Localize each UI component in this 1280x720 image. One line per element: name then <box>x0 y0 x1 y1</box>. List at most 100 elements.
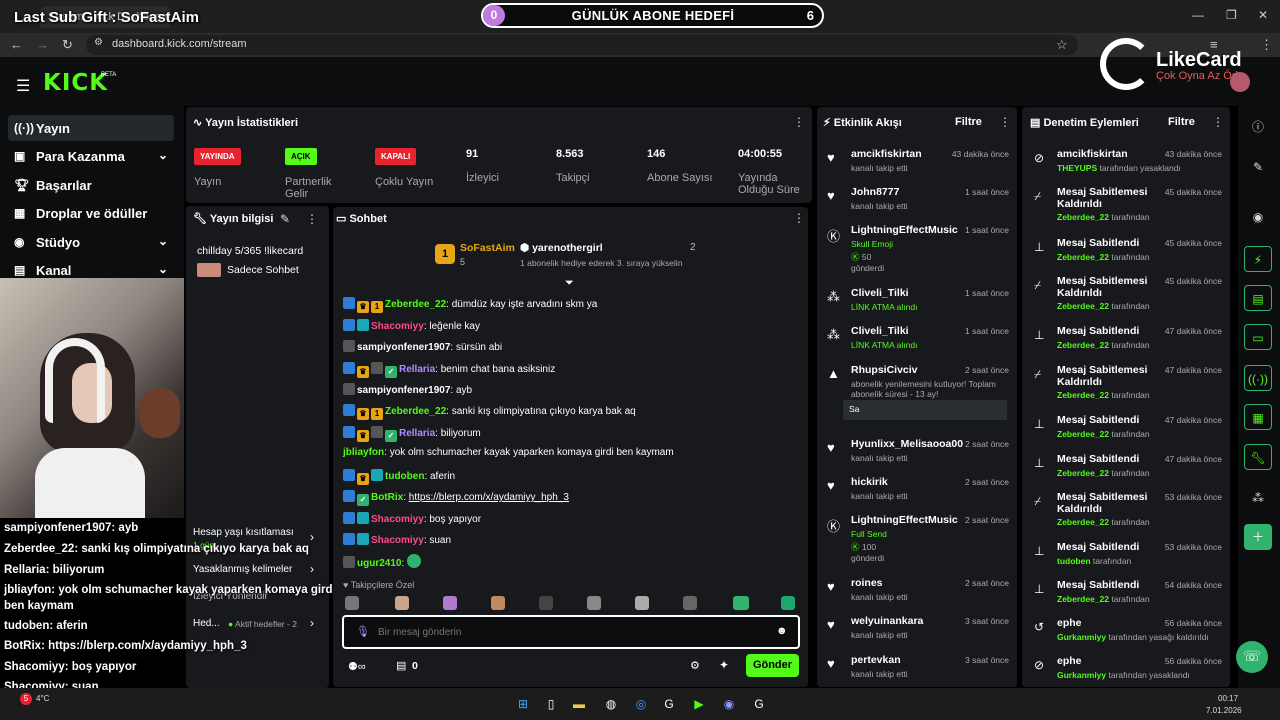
moderation-action: Mesaj Sabitlemesi Kaldırıldı <box>1057 186 1148 210</box>
setting-item[interactable]: Hesap yaşı kısıtlaması <box>193 527 294 538</box>
avatar[interactable] <box>1230 72 1250 92</box>
moderation-by: tudoben tarafından <box>1057 556 1132 566</box>
sidebar-item-basarilar[interactable]: 🏆︎ Başarılar <box>8 172 174 198</box>
emote[interactable] <box>733 596 749 610</box>
overlay-chat-line: Rellaria: biliyorum <box>4 564 105 576</box>
kick-coin-icon: Ⓚ <box>827 229 841 244</box>
heart-icon: ♥ <box>827 440 835 455</box>
mic-icon[interactable]: 🎙︎ <box>356 625 370 638</box>
kick-logo[interactable]: KICK <box>43 70 108 96</box>
setting-item[interactable]: Yasaklanmış kelimeler <box>193 564 292 575</box>
activity-detail: Skull Emoji <box>851 239 894 249</box>
redeem-icon[interactable]: ⁂ <box>1244 485 1272 511</box>
emote[interactable] <box>635 596 649 610</box>
sidebar-item-yayin[interactable]: ((·)) Yayın <box>8 115 174 141</box>
likecard-logo <box>1100 38 1152 90</box>
reload-icon[interactable]: ↻ <box>62 37 73 53</box>
emoji-icon[interactable]: ☻ <box>776 625 788 637</box>
info-icon[interactable]: ⓘ <box>1244 114 1272 140</box>
edit-icon[interactable]: ✎ <box>280 212 290 226</box>
windows-start-icon[interactable]: ⊞ <box>513 694 533 714</box>
moderation-by: THEYUPS tarafından yasaklandı <box>1057 163 1181 173</box>
forward-icon[interactable]: → <box>36 37 49 52</box>
activity-user: pertevkan <box>851 654 901 666</box>
sidebar-item-studyo[interactable]: ◉ Stüdyo ⌄ <box>8 229 174 255</box>
app-g-icon[interactable]: G <box>659 694 679 714</box>
sidebar-item-label: Droplar ve ödüller <box>36 206 148 221</box>
camera-icon[interactable]: ◉ <box>1244 204 1272 230</box>
pin-icon: ⊥ <box>1034 582 1045 596</box>
activity-detail: kanalı takip etti <box>851 491 908 501</box>
stat-label: Partnerlik Gelir <box>285 176 332 200</box>
emote[interactable] <box>491 596 505 610</box>
setting-item[interactable]: Hed... <box>193 618 220 629</box>
add-widget-icon[interactable]: ＋ <box>1244 524 1272 550</box>
bookmark-star-icon[interactable]: ☆ <box>1056 37 1068 53</box>
collapse-icon[interactable]: ⏷ <box>565 277 574 290</box>
emote-picker-icon[interactable]: ✦ <box>719 658 729 672</box>
chat-bubble-icon[interactable]: ▭ <box>1244 324 1272 350</box>
overlay-chat-line: sampiyonfener1907: ayb <box>4 522 139 534</box>
moderation-time: 47 dakika önce <box>1164 326 1222 336</box>
support-icon[interactable]: ☏ <box>1236 641 1268 673</box>
kick-app-icon[interactable]: ▶ <box>689 694 709 714</box>
sidebar-item-para-kazanma[interactable]: ▣ Para Kazanma ⌄ <box>8 143 174 169</box>
layout-icon[interactable]: ▦ <box>1244 404 1272 430</box>
emote[interactable] <box>395 596 409 610</box>
chat-message: jbliayfon: yok olm schumacher kayak yapa… <box>343 447 674 458</box>
site-info-icon[interactable]: ⚙ <box>94 37 103 48</box>
obs-icon[interactable]: ◍ <box>601 694 621 714</box>
emote[interactable] <box>683 596 697 610</box>
emote[interactable] <box>443 596 457 610</box>
info-menu-icon[interactable]: ⋮ <box>306 212 318 226</box>
minimize-icon[interactable]: — <box>1192 8 1204 22</box>
moderation-filter-button[interactable]: Filtre <box>1168 116 1195 128</box>
browser-menu-icon[interactable]: ⋮ <box>1260 37 1273 53</box>
emote[interactable] <box>781 596 795 610</box>
activity-user: welyuinankara <box>851 615 924 627</box>
wrench-icon[interactable]: 🔧︎ <box>1244 444 1272 470</box>
gift-leaderboard-note: 1 abonelik hediye ederek 3. sıraya yükse… <box>520 258 683 268</box>
sidebar-item-droplar[interactable]: ▦ Droplar ve ödüller <box>8 200 174 226</box>
store-icon[interactable]: ▤ <box>396 659 406 672</box>
emote[interactable] <box>587 596 601 610</box>
file-explorer-icon[interactable]: ▬ <box>569 694 589 714</box>
activity-time: 2 saat önce <box>965 515 1009 525</box>
heart-icon: ♥ <box>343 580 351 590</box>
chat-link[interactable]: https://blerp.com/x/aydamiyy_hph_3 <box>409 492 569 503</box>
send-button[interactable]: Gönder <box>746 654 799 677</box>
discord-icon[interactable]: ◉ <box>719 694 739 714</box>
chat-input[interactable] <box>378 624 758 640</box>
sidebar-item-kanal[interactable]: ▤ Kanal ⌄ <box>8 257 174 279</box>
moderation-menu-icon[interactable]: ⋮ <box>1212 115 1224 129</box>
task-view-icon[interactable]: ▯ <box>541 694 561 714</box>
activity-detail: kanalı takip etti <box>851 592 908 602</box>
plush-toy <box>140 388 180 438</box>
activity-filter-button[interactable]: Filtre <box>955 116 982 128</box>
chat-menu-icon[interactable]: ⋮ <box>793 211 805 225</box>
stat-label: Yayında Olduğu Süre <box>738 172 800 196</box>
pencil-icon[interactable]: ✎ <box>1244 154 1272 180</box>
app-g2-icon[interactable]: G <box>749 694 769 714</box>
address-bar[interactable]: dashboard.kick.com/stream <box>86 35 1078 55</box>
close-icon[interactable]: ✕ <box>1258 8 1268 22</box>
heart-icon: ♥ <box>827 188 835 203</box>
chrome-icon[interactable]: ◎ <box>631 694 651 714</box>
sub-icon: ▲ <box>827 366 840 381</box>
maximize-icon[interactable]: ❐ <box>1226 8 1237 22</box>
stats-menu-icon[interactable]: ⋮ <box>793 115 805 129</box>
channel-points-icon[interactable]: ⚉∞ <box>348 660 366 673</box>
stats-title: ∿ Yayın İstatistikleri <box>193 117 299 129</box>
bolt-icon[interactable]: ⚡︎ <box>1244 246 1272 272</box>
activity-menu-icon[interactable]: ⋮ <box>999 115 1011 129</box>
activity-user: RhupsiCivciv <box>851 364 918 376</box>
settings-icon[interactable]: ⚙ <box>690 659 700 672</box>
emote[interactable] <box>345 596 359 610</box>
log-icon[interactable]: ▤ <box>1244 285 1272 311</box>
emote[interactable] <box>539 596 553 610</box>
back-icon[interactable]: ← <box>10 37 23 52</box>
moderation-time: 47 dakika önce <box>1164 454 1222 464</box>
menu-icon[interactable]: ☰ <box>16 76 30 96</box>
broadcast-icon[interactable]: ((·)) <box>1244 365 1272 391</box>
activity-user: LightningEffectMusic <box>851 514 958 526</box>
